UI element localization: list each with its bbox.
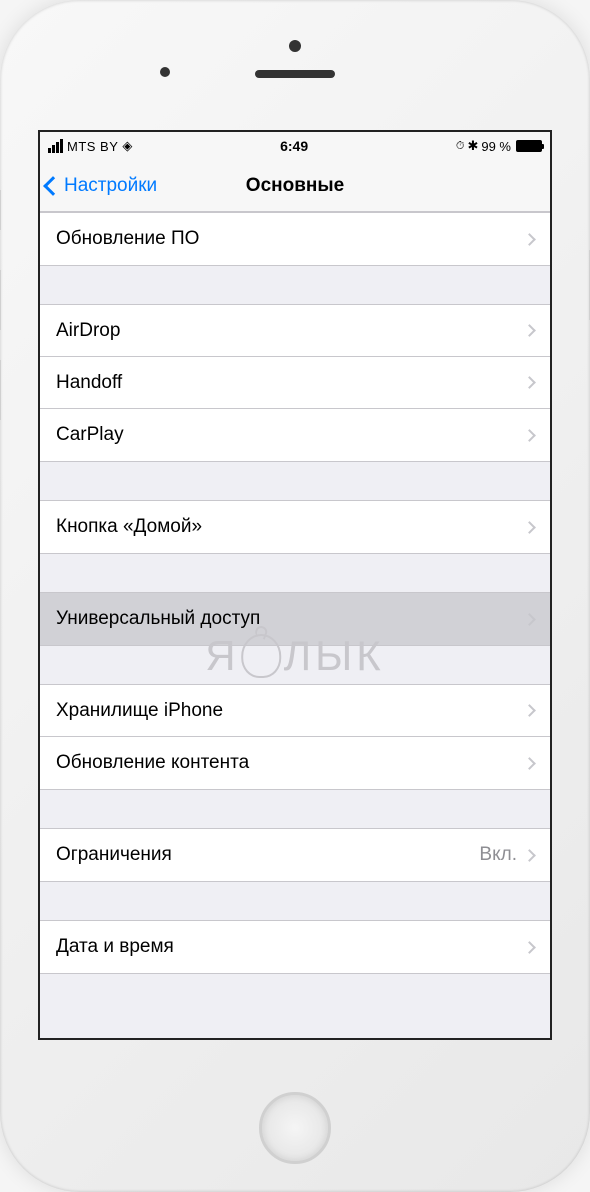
row-label: Универсальный доступ [56, 608, 260, 630]
volume-up [0, 270, 1, 330]
earpiece-speaker [255, 70, 335, 78]
phone-top [0, 0, 590, 130]
row-label: Хранилище iPhone [56, 700, 223, 722]
side-buttons-left [0, 190, 1, 450]
home-button[interactable] [259, 1092, 331, 1164]
row-handoff[interactable]: Handoff [40, 357, 550, 409]
section-storage: Хранилище iPhone Обновление контента [40, 684, 550, 790]
status-bar: MTS BY ◈ 6:49 ⏱ ✱ 99 % [40, 132, 550, 160]
bluetooth-icon: ✱ [467, 138, 478, 154]
row-label: AirDrop [56, 320, 120, 342]
row-airdrop[interactable]: AirDrop [40, 305, 550, 357]
row-background-refresh[interactable]: Обновление контента [40, 737, 550, 789]
row-label: Обновление ПО [56, 228, 199, 250]
chevron-right-icon [523, 613, 536, 626]
section-restrictions: Ограничения Вкл. [40, 828, 550, 882]
alarm-icon: ⏱ [456, 140, 465, 153]
section-connectivity: AirDrop Handoff CarPlay [40, 304, 550, 462]
section-date-time: Дата и время [40, 920, 550, 974]
chevron-left-icon [43, 176, 63, 196]
row-software-update[interactable]: Обновление ПО [40, 213, 550, 265]
mute-switch [0, 190, 1, 230]
screen: MTS BY ◈ 6:49 ⏱ ✱ 99 % Настройки Основны… [38, 130, 552, 1040]
section-software-update: Обновление ПО [40, 212, 550, 266]
wifi-icon: ◈ [122, 138, 132, 154]
settings-content[interactable]: Обновление ПО AirDrop Handoff CarPlay [40, 212, 550, 974]
section-home-button: Кнопка «Домой» [40, 500, 550, 554]
chevron-right-icon [523, 521, 536, 534]
carrier-label: MTS BY [67, 139, 118, 154]
section-accessibility: Универсальный доступ [40, 592, 550, 646]
nav-bar: Настройки Основные [40, 160, 550, 212]
signal-icon [48, 139, 63, 153]
back-label: Настройки [64, 175, 157, 197]
row-label: Кнопка «Домой» [56, 516, 202, 538]
back-button[interactable]: Настройки [40, 175, 157, 197]
section-gap [40, 646, 550, 684]
row-label: CarPlay [56, 424, 124, 446]
row-value: Вкл. [479, 844, 517, 866]
status-left: MTS BY ◈ [48, 138, 132, 154]
chevron-right-icon [523, 233, 536, 246]
row-label: Ограничения [56, 844, 172, 866]
battery-percent: 99 % [481, 139, 511, 154]
battery-icon [516, 140, 542, 152]
row-label: Handoff [56, 372, 122, 394]
row-label: Обновление контента [56, 752, 249, 774]
section-gap [40, 882, 550, 920]
chevron-right-icon [523, 704, 536, 717]
chevron-right-icon [523, 941, 536, 954]
section-gap [40, 462, 550, 500]
row-accessibility[interactable]: Универсальный доступ [40, 593, 550, 645]
row-iphone-storage[interactable]: Хранилище iPhone [40, 685, 550, 737]
row-date-time[interactable]: Дата и время [40, 921, 550, 973]
volume-down [0, 360, 1, 420]
section-gap [40, 790, 550, 828]
front-camera [289, 40, 301, 52]
status-right: ⏱ ✱ 99 % [456, 138, 542, 154]
chevron-right-icon [523, 429, 536, 442]
status-time: 6:49 [280, 138, 308, 154]
chevron-right-icon [523, 376, 536, 389]
chevron-right-icon [523, 849, 536, 862]
chevron-right-icon [523, 757, 536, 770]
proximity-sensor [160, 67, 170, 77]
nav-title: Основные [246, 175, 344, 197]
row-home-button[interactable]: Кнопка «Домой» [40, 501, 550, 553]
section-gap [40, 266, 550, 304]
row-restrictions[interactable]: Ограничения Вкл. [40, 829, 550, 881]
row-carplay[interactable]: CarPlay [40, 409, 550, 461]
row-label: Дата и время [56, 936, 174, 958]
phone-frame: MTS BY ◈ 6:49 ⏱ ✱ 99 % Настройки Основны… [0, 0, 590, 1192]
chevron-right-icon [523, 324, 536, 337]
section-gap [40, 554, 550, 592]
